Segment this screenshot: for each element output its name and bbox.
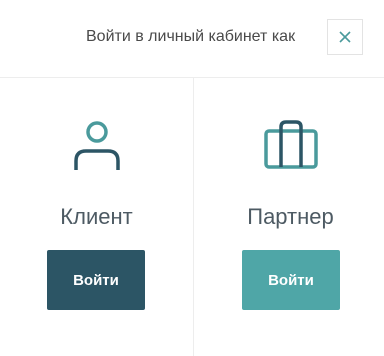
client-option: Клиент Войти bbox=[0, 78, 193, 356]
user-icon bbox=[73, 121, 120, 170]
briefcase-icon bbox=[263, 120, 318, 169]
modal-header: Войти в личный кабинет как bbox=[0, 0, 384, 78]
modal-title: Войти в личный кабинет как bbox=[86, 28, 296, 45]
client-label: Клиент bbox=[60, 204, 133, 229]
close-icon bbox=[339, 31, 351, 43]
client-login-button[interactable]: Войти bbox=[47, 250, 145, 310]
login-role-modal: Войти в личный кабинет как Клиент Войти … bbox=[0, 0, 384, 356]
partner-login-button[interactable]: Войти bbox=[242, 250, 340, 310]
partner-label: Партнер bbox=[247, 204, 334, 229]
close-button[interactable] bbox=[327, 19, 363, 55]
partner-option: Партнер Войти bbox=[194, 78, 384, 356]
